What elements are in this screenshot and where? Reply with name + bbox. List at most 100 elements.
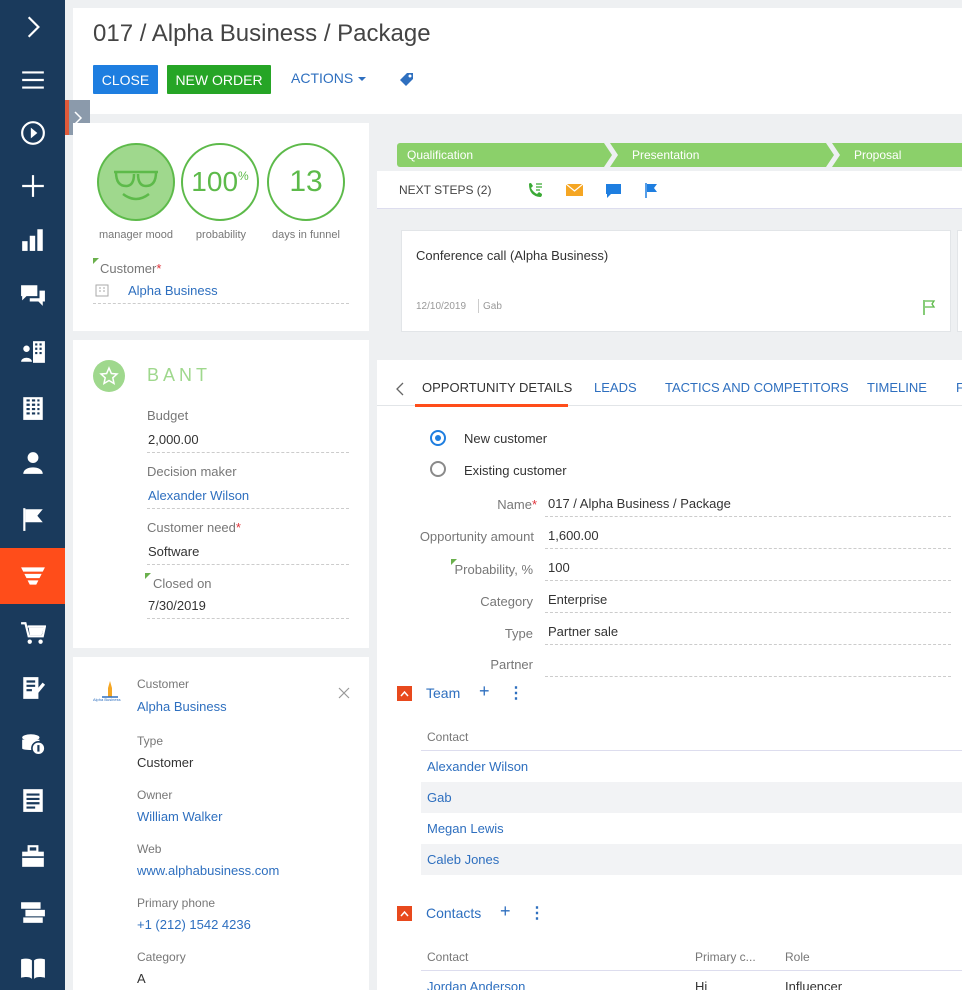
probability-caption: probability — [195, 229, 247, 241]
category-field[interactable]: Enterprise — [548, 592, 607, 607]
orders-icon[interactable] — [0, 606, 65, 660]
next-step-card[interactable] — [957, 230, 962, 332]
chevron-left-icon[interactable] — [396, 382, 404, 399]
field-underline — [147, 618, 349, 619]
team-contact-link[interactable]: Megan Lewis — [427, 821, 504, 836]
contacts-column-primary: Primary c... — [695, 950, 756, 964]
contacts-add-icon[interactable]: + — [500, 901, 511, 922]
account-category-label: Category — [137, 950, 186, 964]
active-tab-indicator — [415, 404, 568, 407]
building-icon — [95, 283, 109, 300]
probability-unit: % — [238, 169, 249, 183]
amount-label: Opportunity amount — [419, 529, 534, 544]
contracts-icon[interactable] — [0, 661, 65, 715]
next-step-card[interactable]: Conference call (Alpha Business) 12/10/2… — [401, 230, 951, 332]
field-underline — [147, 564, 349, 565]
stage-qualification[interactable]: Qualification — [397, 143, 612, 167]
documents-icon[interactable] — [0, 773, 65, 827]
email-icon[interactable] — [565, 183, 584, 199]
budget-value[interactable]: 2,000.00 — [148, 432, 199, 447]
probability-gauge: 100% — [181, 143, 259, 221]
contact-link[interactable]: Jordan Anderson — [427, 979, 525, 990]
chat-icon[interactable] — [606, 184, 621, 201]
existing-customer-radio[interactable] — [430, 461, 446, 477]
account-owner-link[interactable]: William Walker — [137, 809, 222, 824]
name-label: Name* — [497, 497, 537, 512]
call-icon[interactable] — [527, 182, 543, 201]
contact-primary: Hi — [695, 979, 708, 990]
contacts-more-icon[interactable]: ⋮ — [529, 903, 545, 923]
team-contact-link[interactable]: Caleb Jones — [427, 852, 499, 867]
stage-proposal[interactable]: Proposal — [832, 143, 962, 167]
complete-flag-icon[interactable] — [922, 299, 936, 318]
account-web-link[interactable]: www.alphabusiness.com — [137, 863, 279, 878]
page-header: 017 / Alpha Business / Package CLOSE NEW… — [73, 8, 962, 114]
team-contact-link[interactable]: Gab — [427, 790, 452, 805]
tab-leads[interactable]: LEADS — [594, 380, 637, 395]
contacts-collapse-button[interactable] — [397, 906, 412, 921]
tab-more[interactable]: F — [956, 380, 962, 395]
flag-icon[interactable] — [645, 183, 658, 201]
tab-tactics-and-competitors[interactable]: TACTICS AND COMPETITORS — [665, 380, 849, 395]
activities-icon[interactable] — [0, 492, 65, 546]
team-add-icon[interactable]: + — [479, 681, 490, 702]
probability-field[interactable]: 100 — [548, 560, 570, 575]
new-order-button[interactable]: NEW ORDER — [167, 65, 271, 94]
team-collapse-button[interactable] — [397, 686, 412, 701]
closed-on-value[interactable]: 7/30/2019 — [148, 598, 206, 613]
account-type-label: Type — [137, 734, 164, 748]
name-field[interactable]: 017 / Alpha Business / Package — [548, 496, 731, 511]
table-row[interactable]: Caleb Jones — [421, 844, 962, 875]
team-title: Team — [426, 685, 461, 701]
stages-panel: Qualification Presentation Proposal NEXT… — [377, 123, 962, 353]
team-grid-header: Contact — [421, 721, 962, 751]
actions-menu[interactable]: ACTIONS — [291, 70, 367, 86]
account-customer-link[interactable]: Alpha Business — [137, 699, 227, 714]
amount-field[interactable]: 1,600.00 — [548, 528, 599, 543]
table-row[interactable]: Alexander Wilson — [421, 751, 962, 782]
bant-title: BANT — [147, 365, 212, 385]
team-contact-link[interactable]: Alexander Wilson — [427, 759, 528, 774]
dashboard-icon[interactable] — [0, 212, 65, 266]
invoices-icon[interactable] — [0, 717, 65, 771]
account-category-value: A — [137, 971, 146, 986]
customer-label: Customer* — [100, 261, 162, 276]
tab-opportunity-details[interactable]: OPPORTUNITY DETAILS — [422, 380, 572, 395]
decision-maker-link[interactable]: Alexander Wilson — [148, 488, 249, 503]
contacts-title: Contacts — [426, 905, 482, 921]
stage-presentation[interactable]: Presentation — [610, 143, 834, 167]
accounts-icon[interactable] — [0, 325, 65, 379]
account-phone-label: Primary phone — [137, 896, 216, 910]
next-steps-label[interactable]: NEXT STEPS (2) — [399, 183, 491, 197]
account-phone-link[interactable]: +1 (212) 1542 4236 — [137, 917, 251, 932]
play-icon[interactable] — [0, 106, 65, 160]
tag-icon[interactable] — [398, 72, 414, 91]
table-row[interactable]: Jordan Anderson Hi Influencer — [421, 971, 962, 990]
close-button[interactable]: CLOSE — [93, 65, 158, 94]
close-icon[interactable] — [338, 687, 350, 702]
opportunities-icon[interactable] — [0, 548, 65, 604]
contact-role: Influencer — [785, 979, 843, 990]
partner-label: Partner — [490, 657, 533, 672]
products-icon[interactable] — [0, 885, 65, 939]
menu-icon[interactable] — [0, 53, 65, 107]
feed-icon[interactable] — [0, 268, 65, 322]
projects-icon[interactable] — [0, 829, 65, 883]
knowledge-base-icon[interactable] — [0, 941, 65, 990]
customer-need-value[interactable]: Software — [148, 544, 199, 559]
plus-icon[interactable] — [0, 159, 65, 213]
companies-icon[interactable] — [0, 381, 65, 435]
actions-label[interactable]: ACTIONS — [291, 70, 353, 86]
new-customer-radio[interactable] — [430, 430, 446, 446]
team-more-icon[interactable]: ⋮ — [508, 683, 524, 703]
expand-icon[interactable] — [0, 0, 65, 54]
field-underline — [147, 452, 349, 453]
contacts-grid-header: Contact Primary c... Role — [421, 941, 962, 971]
customer-link[interactable]: Alpha Business — [128, 283, 218, 298]
contacts-icon[interactable] — [0, 436, 65, 490]
table-row[interactable]: Gab — [421, 782, 962, 813]
type-field[interactable]: Partner sale — [548, 624, 618, 639]
table-row[interactable]: Megan Lewis — [421, 813, 962, 844]
field-underline — [545, 580, 951, 581]
tab-timeline[interactable]: TIMELINE — [867, 380, 927, 395]
